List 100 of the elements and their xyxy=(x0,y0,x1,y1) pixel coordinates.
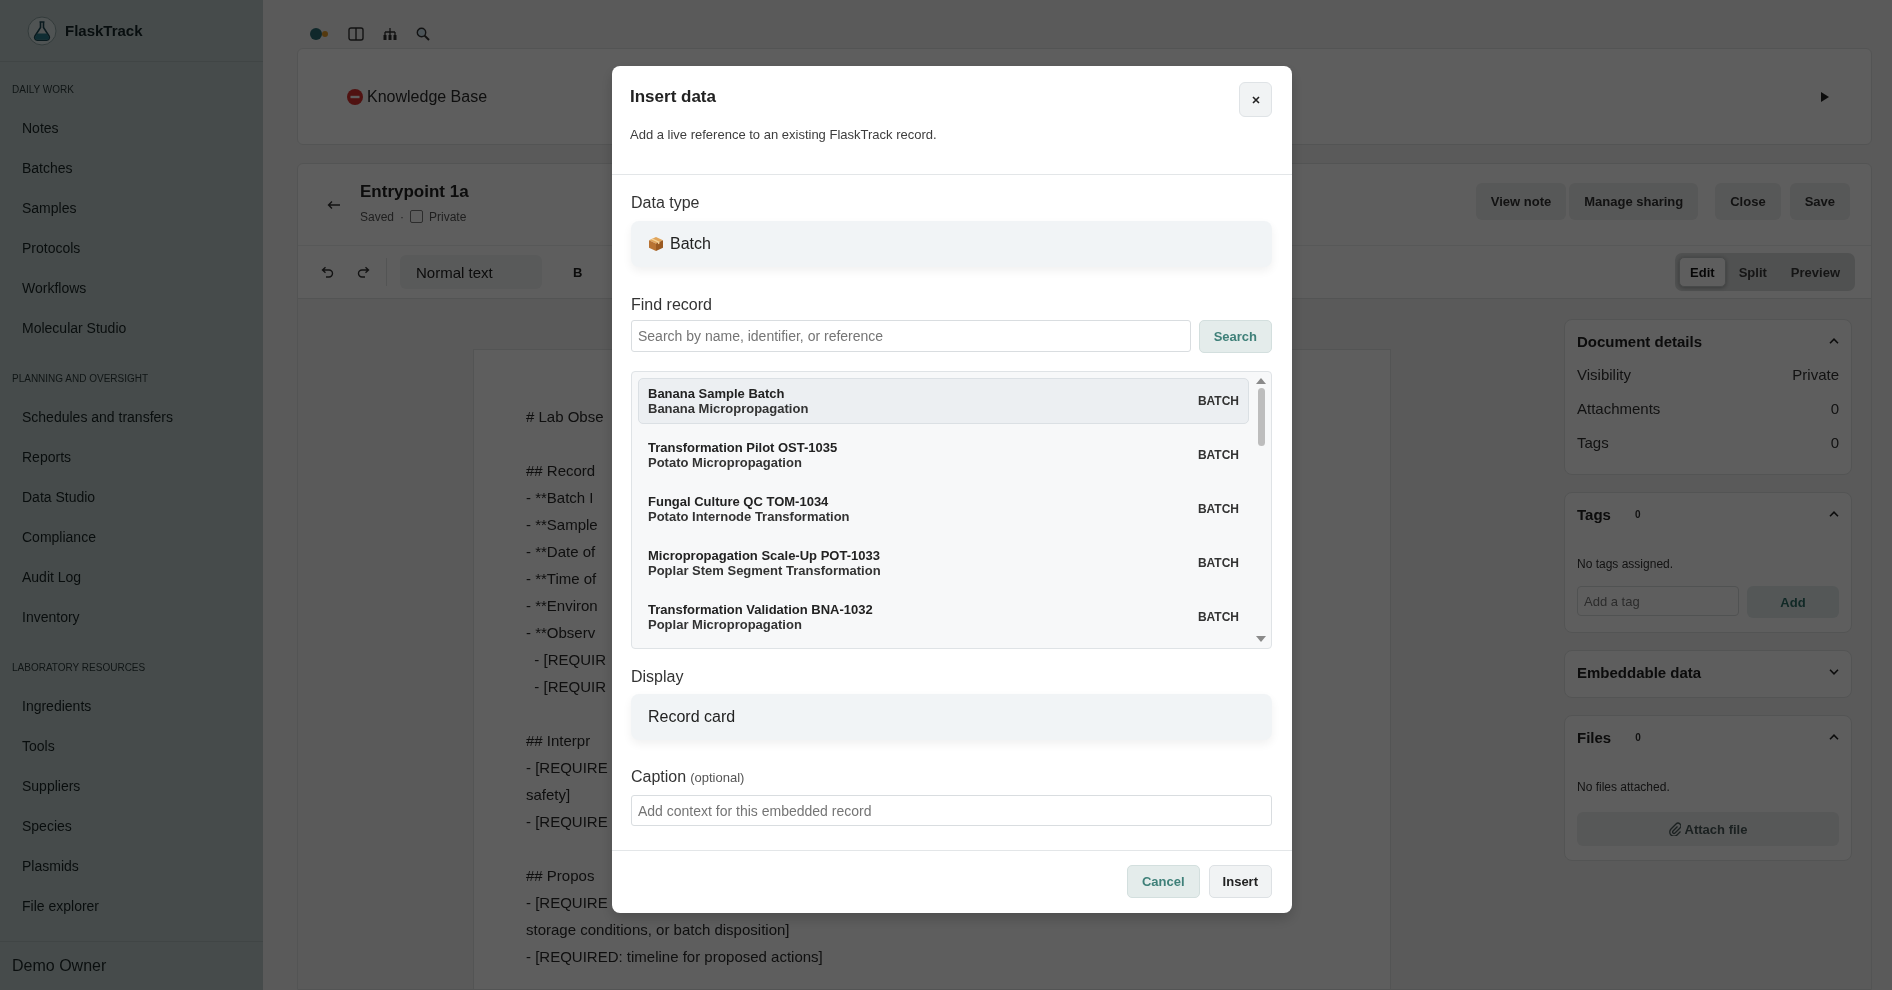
data-type-select[interactable]: Batch xyxy=(631,221,1272,267)
nav-item[interactable]: Compliance xyxy=(0,517,102,557)
dialog-title: Insert data xyxy=(630,87,716,107)
scrollbar-thumb[interactable] xyxy=(1257,388,1265,446)
insert-button[interactable]: Insert xyxy=(1208,865,1272,898)
nav-item[interactable]: Schedules and transfers xyxy=(0,397,179,437)
record-name: Fungal Culture QC TOM-1034 xyxy=(648,494,830,509)
panel-title[interactable]: Tags xyxy=(1577,505,1611,523)
result-item[interactable]: Banana Sample Batch Banana Micropropagation BATCH xyxy=(638,378,1249,424)
panel-title[interactable]: Embeddable data xyxy=(1577,663,1702,681)
hierarchy-icon[interactable] xyxy=(383,27,397,41)
record-type: BATCH xyxy=(1197,448,1239,462)
dialog-subtitle: Add a live reference to an existing FlaskTrack record. xyxy=(630,127,938,142)
record-detail: Poplar Micropropagation xyxy=(648,617,803,632)
field-label: Data type xyxy=(631,193,701,213)
editor-line: - **Observ xyxy=(526,623,596,643)
nav-item[interactable]: Data Studio xyxy=(0,477,102,517)
editor-line: - **Time of xyxy=(526,569,597,589)
no-entry-icon xyxy=(347,88,363,105)
add-button[interactable]: Add xyxy=(1747,586,1839,618)
search-field[interactable]: Search by name, identifier, or reference xyxy=(631,320,1191,352)
nav-item[interactable]: Ingredients xyxy=(0,686,98,726)
triangle-right-icon[interactable] xyxy=(1821,91,1829,102)
editor-line: ## Propos xyxy=(526,866,595,886)
close-button[interactable] xyxy=(1239,82,1272,117)
nav-item[interactable]: Inventory xyxy=(0,597,86,637)
result-item[interactable]: Transformation Validation BNA-1032 Poplar Micropropagation BATCH xyxy=(638,594,1249,640)
record-detail: Potato Internode Transformation xyxy=(648,509,850,524)
search-icon[interactable] xyxy=(416,27,430,41)
search-button[interactable]: Search xyxy=(1198,320,1272,353)
attach-file-button[interactable]: Attach file xyxy=(1577,812,1839,846)
nav-item[interactable]: Plasmids xyxy=(0,846,85,886)
chevron-up-icon[interactable] xyxy=(1829,734,1839,740)
detail-label: Tags xyxy=(1577,433,1609,453)
note-title: Entrypoint 1a xyxy=(360,181,469,202)
private-checkbox[interactable] xyxy=(410,210,424,223)
note-action-button[interactable]: Close xyxy=(1715,183,1781,220)
page-title: Knowledge Base xyxy=(367,87,488,106)
nav-item[interactable]: Notes xyxy=(0,108,65,148)
bold-button[interactable]: B xyxy=(565,260,591,284)
note-action-button[interactable]: Save xyxy=(1789,183,1850,220)
panel-title[interactable]: Files xyxy=(1577,728,1612,746)
view-mode-tab[interactable]: Split xyxy=(1727,257,1778,287)
scroll-up-icon[interactable] xyxy=(1256,378,1266,384)
nav-item[interactable]: Species xyxy=(0,806,78,846)
record-type: BATCH xyxy=(1197,556,1239,570)
scroll-down-icon[interactable] xyxy=(1256,636,1266,642)
back-arrow-icon[interactable] xyxy=(327,199,341,210)
view-mode-tab[interactable]: Preview xyxy=(1779,257,1851,287)
record-detail: Poplar Stem Segment Transformation xyxy=(648,563,881,578)
empty-message: No tags assigned. xyxy=(1577,557,1675,571)
chevron-down-icon[interactable] xyxy=(1829,669,1839,675)
nav-item[interactable]: File explorer xyxy=(0,886,106,926)
item-count: 0 xyxy=(1634,508,1641,520)
record-type: BATCH xyxy=(1197,394,1239,408)
undo-icon[interactable] xyxy=(320,266,334,278)
empty-message: No files attached. xyxy=(1577,780,1671,794)
nav-item[interactable]: Protocols xyxy=(0,228,87,268)
redo-icon[interactable] xyxy=(357,266,371,278)
nav-item[interactable]: Batches xyxy=(0,148,79,188)
chevron-up-icon[interactable] xyxy=(1829,511,1839,517)
note-action-button[interactable]: View note xyxy=(1475,183,1567,220)
editor-line: ## Interpr xyxy=(526,731,591,751)
columns-icon[interactable] xyxy=(348,27,364,41)
nav-item[interactable]: Suppliers xyxy=(0,766,87,806)
editor-line: - **Environ xyxy=(526,596,598,616)
record-name: Transformation Pilot OST-1035 xyxy=(648,440,838,455)
field-hint: (optional) xyxy=(690,769,745,787)
panel-title[interactable]: Document details xyxy=(1577,332,1703,350)
caption-field[interactable]: Add context for this embedded record xyxy=(631,795,1272,826)
record-name: Transformation Validation BNA-1032 xyxy=(648,602,873,617)
nav-item[interactable]: Tools xyxy=(0,726,61,766)
record-detail: Banana Micropropagation xyxy=(648,401,809,416)
paperclip-icon xyxy=(1668,822,1681,836)
editor-line: - [REQUIRE xyxy=(526,812,608,832)
cancel-button[interactable]: Cancel xyxy=(1126,865,1200,898)
nav-item[interactable]: Reports xyxy=(0,437,78,477)
note-action-button[interactable]: Manage sharing xyxy=(1569,183,1699,220)
result-item[interactable]: Transformation Pilot OST-1035 Potato Micropropagation BATCH xyxy=(638,432,1249,478)
display-select[interactable]: Record card xyxy=(631,694,1272,740)
result-item[interactable]: Fungal Culture QC TOM-1034 Potato Internode Transformation BATCH xyxy=(638,486,1249,532)
chevron-up-icon[interactable] xyxy=(1829,338,1839,344)
editor-line: - [REQUIRED: timeline for proposed actions] xyxy=(526,947,823,967)
save-status: Saved xyxy=(360,209,395,224)
editor-line: # Lab Obse xyxy=(526,407,604,427)
result-item[interactable]: Micropropagation Scale-Up POT-1033 Poplar Stem Segment Transformation BATCH xyxy=(638,540,1249,586)
record-type: BATCH xyxy=(1197,610,1239,624)
nav-item[interactable]: Workflows xyxy=(0,268,93,308)
editor-line: - [REQUIRE xyxy=(526,893,608,913)
package-icon xyxy=(648,236,664,252)
nav-item[interactable]: Molecular Studio xyxy=(0,308,133,348)
detail-value: 0 xyxy=(1830,433,1839,453)
field-label: Caption xyxy=(631,767,687,787)
circles-icon[interactable] xyxy=(309,27,329,41)
nav-item[interactable]: Samples xyxy=(0,188,83,228)
text-style-dropdown[interactable]: Normal text xyxy=(400,255,542,289)
record-name: Micropropagation Scale-Up POT-1033 xyxy=(648,548,881,563)
view-mode-tab[interactable]: Edit xyxy=(1679,257,1726,287)
item-count: 0 xyxy=(1635,731,1641,743)
nav-item[interactable]: Audit Log xyxy=(0,557,88,597)
